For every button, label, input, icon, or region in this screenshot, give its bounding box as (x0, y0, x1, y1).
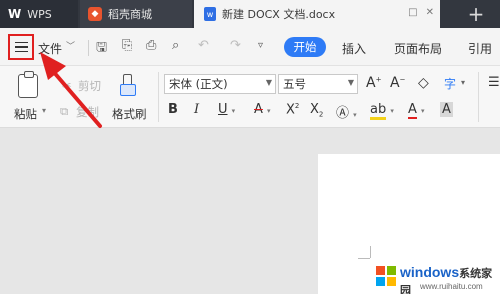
annotation-arrow-icon (40, 52, 102, 128)
watermark-url: www.ruihaitu.com (420, 282, 483, 291)
windows-logo-icon (376, 266, 396, 286)
watermark: windows系统家园 www.ruihaitu.com (376, 262, 496, 294)
